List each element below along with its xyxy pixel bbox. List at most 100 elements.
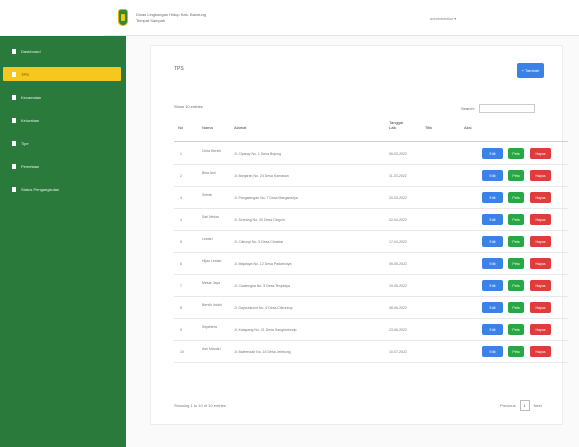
delete-button[interactable]: Hapus — [530, 170, 551, 181]
delete-button[interactable]: Hapus — [530, 258, 551, 269]
cell-alamat: Jl. Soreang No. 30 Desa Cingcin — [234, 218, 285, 222]
edit-button[interactable]: Edit — [482, 170, 503, 181]
map-button[interactable]: Peta — [508, 258, 524, 269]
cell-nama: Lestari — [202, 237, 213, 241]
delete-button[interactable]: Hapus — [530, 236, 551, 247]
delete-button[interactable]: Hapus — [530, 280, 551, 291]
cell-tanggal: 08-06-2022 — [389, 306, 407, 310]
table-row: 7 Mekar Jaya Jl. Cicalengka No. 3 Desa Ten… — [174, 275, 568, 297]
cell-alamat: Jl. Banjaran No. 24 Desa Kamasan — [234, 174, 289, 178]
sidebar-item-label: Tipe — [21, 140, 29, 146]
table-row: 9 Sejahtera Jl. Katapang No. 21 Desa Sangk… — [174, 319, 568, 341]
edit-button[interactable]: Edit — [482, 302, 503, 313]
map-button[interactable]: Peta — [508, 280, 524, 291]
sidebar-item-pemetaan[interactable]: Pemetaan — [3, 159, 121, 173]
main-content: TPS + Tambah Show 10 entries Search: No … — [126, 36, 579, 447]
map-button[interactable]: Peta — [508, 192, 524, 203]
sidebar-item-kecamatan[interactable]: Kecamatan — [3, 90, 121, 104]
location-icon — [12, 163, 16, 169]
user-menu[interactable]: administrator ▾ — [430, 16, 456, 21]
cell-alamat: Jl. Ciparay No. 1 Desa Bojong — [234, 152, 281, 156]
cell-tanggal: 23-06-2022 — [389, 328, 407, 332]
delete-button[interactable]: Hapus — [530, 302, 551, 313]
sidebar-item-tipe[interactable]: Tipe — [3, 136, 121, 150]
cell-nama: Asri Mandiri — [202, 347, 221, 351]
cell-nama: Bina Asri — [202, 171, 216, 175]
map-button[interactable]: Peta — [508, 324, 524, 335]
edit-button[interactable]: Edit — [482, 280, 503, 291]
table-row: 2 Bina Asri Jl. Banjaran No. 24 Desa Kamas… — [174, 165, 568, 187]
cell-tanggal: 05-05-2022 — [389, 262, 407, 266]
next-page-button[interactable]: Next — [534, 403, 542, 408]
cell-alamat: Jl. Dayeuhkolot No. 9 Desa Citeureup — [234, 306, 293, 310]
sidebar-item-label: Dashboard — [21, 48, 41, 54]
map-button[interactable]: Peta — [508, 302, 524, 313]
table-header: No Nama Alamat Tanggal Laik Titik Aksi — [174, 116, 568, 142]
map-button[interactable]: Peta — [508, 170, 524, 181]
edit-button[interactable]: Edit — [482, 324, 503, 335]
column-header-titik[interactable]: Titik — [425, 125, 432, 130]
cell-tanggal: 10-07-2022 — [389, 350, 407, 354]
map-button[interactable]: Peta — [508, 148, 524, 159]
cell-alamat: Jl. Pangalengan No. 7 Desa Margamulya — [234, 196, 298, 200]
cell-nama: Bersih Indah — [202, 303, 222, 307]
search-input[interactable] — [478, 104, 535, 113]
table-row: 1 Cinta Bersih Jl. Ciparay No. 1 Desa Bojo… — [174, 143, 568, 165]
delete-button[interactable]: Hapus — [530, 346, 551, 357]
table-row: 10 Asri Mandiri Jl. Baleendah No. 15 Desa … — [174, 341, 568, 363]
table-info: Showing 1 to 10 of 10 entries — [174, 403, 226, 408]
sidebar-item-label: Kecamatan — [21, 94, 42, 100]
cell-tanggal: 19-05-2022 — [389, 284, 407, 288]
edit-button[interactable]: Edit — [482, 214, 503, 225]
edit-button[interactable]: Edit — [482, 192, 503, 203]
sidebar-item-label: Pemetaan — [21, 163, 40, 169]
delete-button[interactable]: Hapus — [530, 192, 551, 203]
top-bar: Dinas Lingkungan Hidup Kab. Bandung Temp… — [104, 0, 579, 36]
edit-button[interactable]: Edit — [482, 258, 503, 269]
tag-icon — [12, 140, 16, 146]
dashboard-icon — [12, 48, 16, 54]
map-button[interactable]: Peta — [508, 346, 524, 357]
sidebar-item-label: Status Pengangkutan — [21, 186, 60, 192]
delete-button[interactable]: Hapus — [530, 324, 551, 335]
logo-icon — [118, 9, 128, 26]
sidebar-item-dashboard[interactable]: Dashboard — [3, 44, 121, 58]
cell-no: 5 — [180, 240, 182, 244]
cell-no: 6 — [180, 262, 182, 266]
map-button[interactable]: Peta — [508, 214, 524, 225]
cell-nama: Sari Mekar — [202, 215, 219, 219]
map-button[interactable]: Peta — [508, 236, 524, 247]
brand: Dinas Lingkungan Hidup Kab. Bandung Temp… — [136, 12, 206, 24]
sidebar: Dashboard TPS Kecamatan Kelurahan Tipe P… — [0, 36, 126, 447]
delete-button[interactable]: Hapus — [530, 214, 551, 225]
cell-nama: Sejahtera — [202, 325, 217, 329]
cell-no: 4 — [180, 218, 182, 222]
column-header-nama[interactable]: Nama — [202, 125, 213, 130]
column-header-no[interactable]: No — [178, 125, 183, 130]
cell-alamat: Jl. Majalaya No. 12 Desa Padamulya — [234, 262, 292, 266]
cell-alamat: Jl. Katapang No. 21 Desa Sangkanhurip — [234, 328, 297, 332]
cell-no: 10 — [180, 350, 184, 354]
entries-length-select[interactable]: Show 10 entries — [174, 104, 203, 109]
truck-icon — [12, 186, 16, 192]
edit-button[interactable]: Edit — [482, 346, 503, 357]
column-header-tanggal[interactable]: Tanggal Laik — [389, 120, 411, 130]
building-icon — [12, 94, 16, 100]
sidebar-item-status[interactable]: Status Pengangkutan — [3, 182, 121, 196]
trash-icon — [12, 71, 16, 77]
cell-nama: Cinta Bersih — [202, 149, 222, 153]
edit-button[interactable]: Edit — [482, 148, 503, 159]
delete-button[interactable]: Hapus — [530, 148, 551, 159]
add-button[interactable]: + Tambah — [517, 63, 544, 78]
sidebar-item-kelurahan[interactable]: Kelurahan — [3, 113, 121, 127]
search-control: Search: — [461, 104, 535, 113]
page-1-button[interactable]: 1 — [519, 400, 530, 411]
cell-alamat: Jl. Cicalengka No. 3 Desa Tenjolaya — [234, 284, 290, 288]
edit-button[interactable]: Edit — [482, 236, 503, 247]
cell-no: 3 — [180, 196, 182, 200]
sidebar-item-tps[interactable]: TPS — [3, 67, 121, 81]
cell-alamat: Jl. Cileunyi No. 5 Desa Cimekar — [234, 240, 284, 244]
previous-page-button[interactable]: Previous — [500, 403, 516, 408]
column-header-aksi: Aksi — [464, 125, 472, 130]
column-header-alamat[interactable]: Alamat — [234, 125, 246, 130]
